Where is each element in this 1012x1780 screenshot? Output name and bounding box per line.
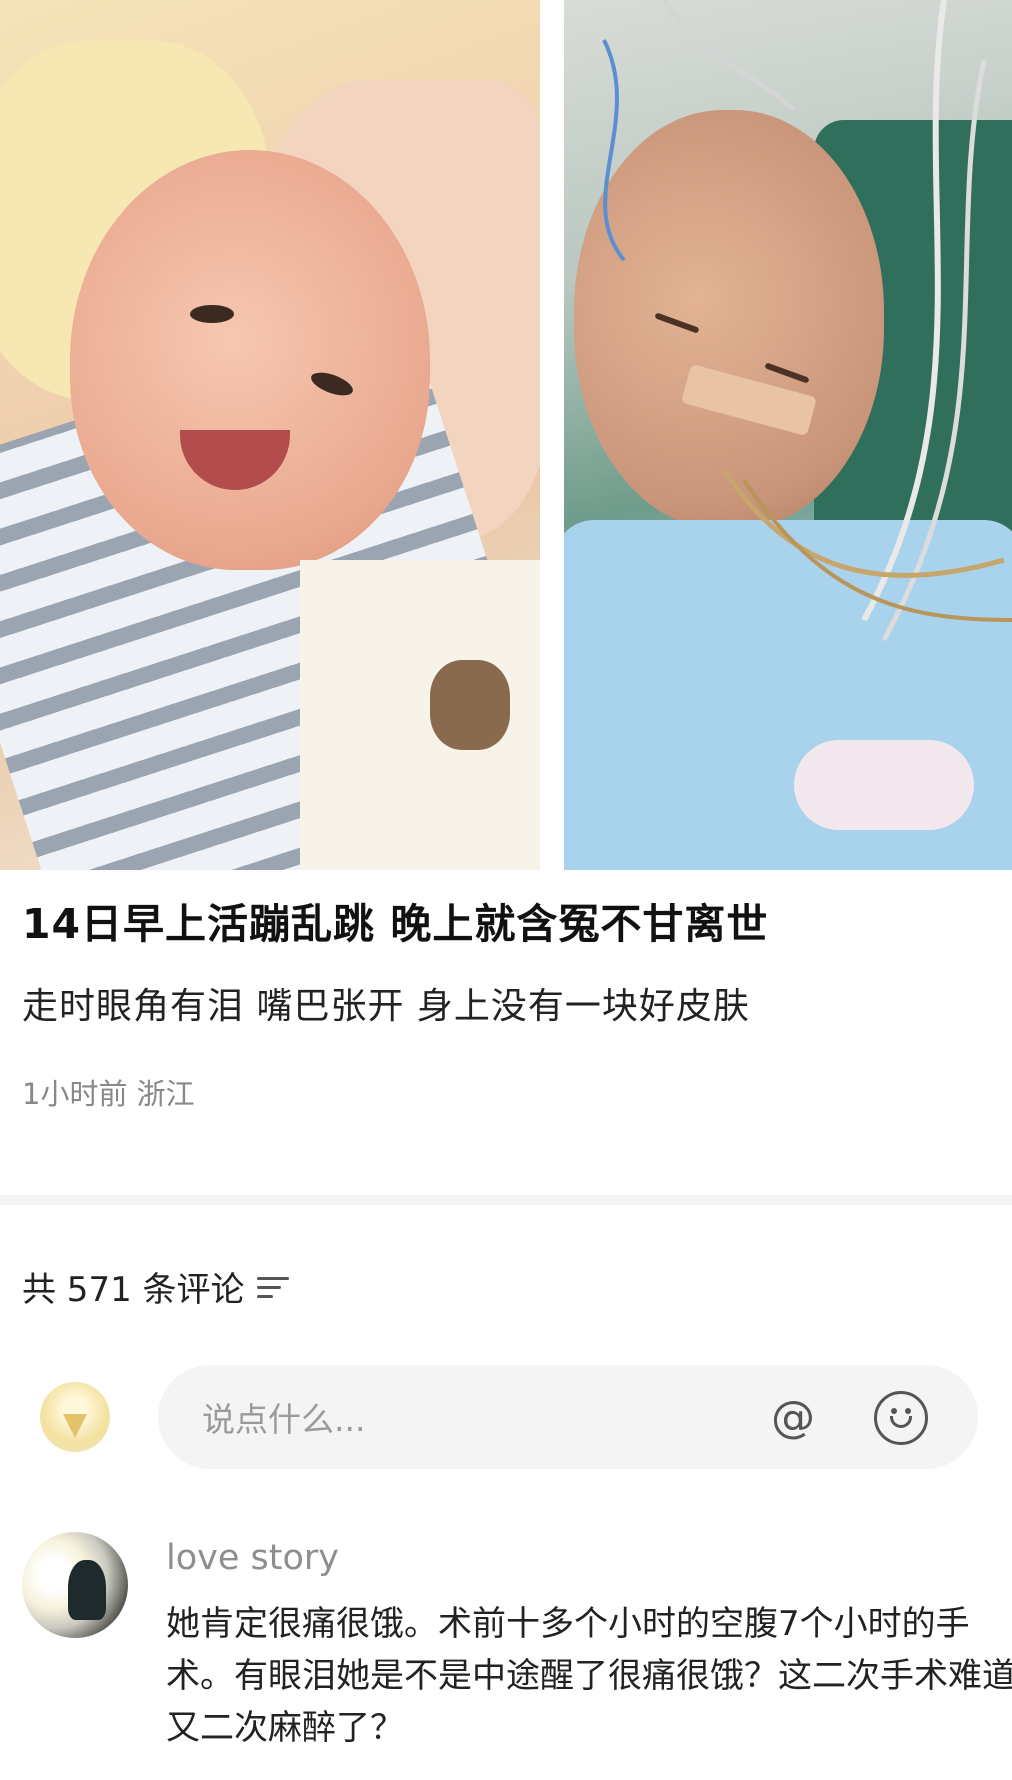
article-subtitle: 走时眼角有泪 嘴巴张开 身上没有一块好皮肤: [22, 986, 750, 1028]
comment-input-row: 说点什么... @: [40, 1362, 1012, 1472]
sort-lines-icon[interactable]: [256, 1273, 289, 1301]
article-title: 14日早上活蹦乱跳 晚上就含冤不甘离世: [22, 900, 769, 948]
comment-input[interactable]: 说点什么... @: [158, 1365, 978, 1469]
comment-input-placeholder: 说点什么...: [202, 1400, 366, 1439]
article-text: 14日早上活蹦乱跳 晚上就含冤不甘离世 走时眼角有泪 嘴巴张开 身上没有一块好皮…: [22, 900, 992, 1113]
comment-text: 她肯定很痛很饿。术前十多个小时的空腹7个小时的手术。有眼泪她是不是中途醒了很痛很…: [166, 1604, 1012, 1748]
comment-count-label: 共 571 条评论: [22, 1270, 245, 1310]
smile-mouth: [890, 1416, 912, 1428]
commenter-name[interactable]: love story: [166, 1538, 339, 1578]
article-images: [0, 0, 1012, 870]
ice-cream-icon: [63, 1414, 87, 1438]
avatar[interactable]: [40, 1382, 110, 1452]
photo-hospital-baby[interactable]: [564, 0, 1012, 870]
emoji-icon[interactable]: [874, 1391, 928, 1445]
photo-smiling-baby[interactable]: [0, 0, 540, 870]
at-mention-icon[interactable]: @: [768, 1393, 818, 1443]
medical-cables: [602, 0, 1012, 642]
commenter-avatar[interactable]: [22, 1532, 128, 1638]
baby-eye: [190, 305, 234, 323]
baby-face: [70, 150, 430, 570]
comment-count-header[interactable]: 共 571 条评论: [22, 1262, 289, 1311]
teddy-bear-print: [430, 660, 510, 750]
section-divider: [0, 1195, 1012, 1205]
article-meta: 1小时前 浙江: [22, 1077, 195, 1112]
